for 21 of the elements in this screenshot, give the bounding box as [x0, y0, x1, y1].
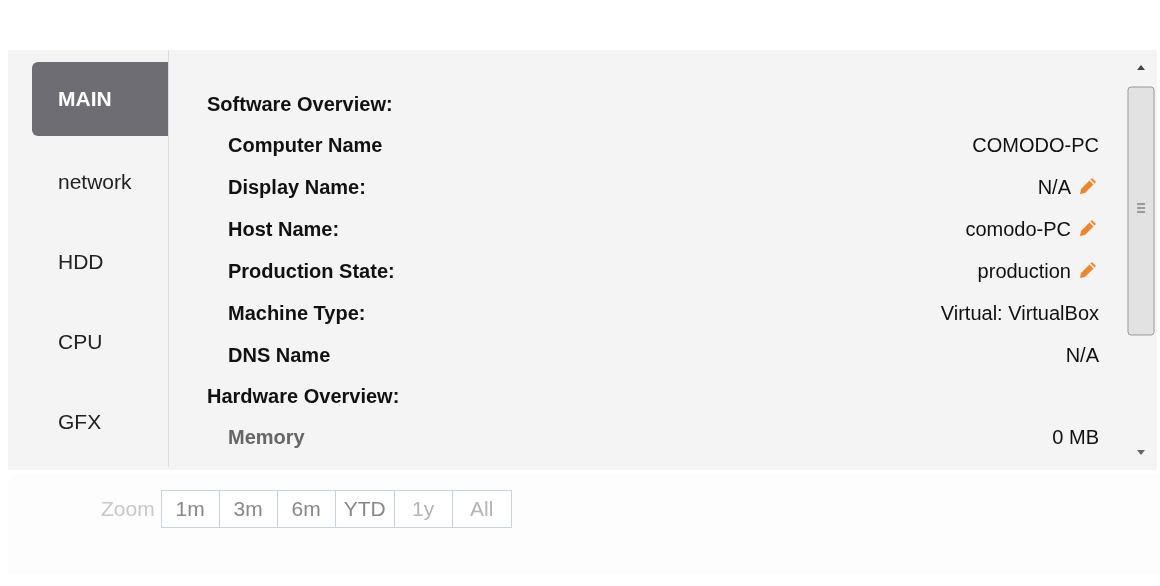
section-heading: Hardware Overview: [207, 383, 401, 409]
tab[interactable]: GFX [32, 382, 168, 462]
field-label: Computer Name [228, 133, 383, 157]
tab[interactable]: HDD [32, 222, 168, 302]
field-value: N/A [1065, 343, 1099, 367]
section-heading: Software Overview: [207, 91, 394, 117]
field-label: Display Name: [228, 175, 366, 199]
field-value: COMODO-PC [972, 133, 1099, 157]
tab[interactable]: CPU [32, 302, 168, 382]
tab[interactable]: MAIN [32, 62, 168, 136]
field-value: N/A [1037, 175, 1071, 199]
field-label: Host Name: [228, 217, 340, 241]
field-value: Virtual: VirtualBox [940, 301, 1099, 325]
field-label: Machine Type: [228, 301, 366, 325]
tab[interactable]: network [32, 142, 168, 222]
field-value: production [977, 259, 1071, 283]
field-label: DNS Name [228, 343, 331, 367]
field-label: Production State: [228, 259, 395, 283]
field-value: 0 MB [1052, 425, 1099, 449]
field-label: Memory [228, 425, 305, 449]
field-value: comodo-PC [965, 217, 1071, 241]
